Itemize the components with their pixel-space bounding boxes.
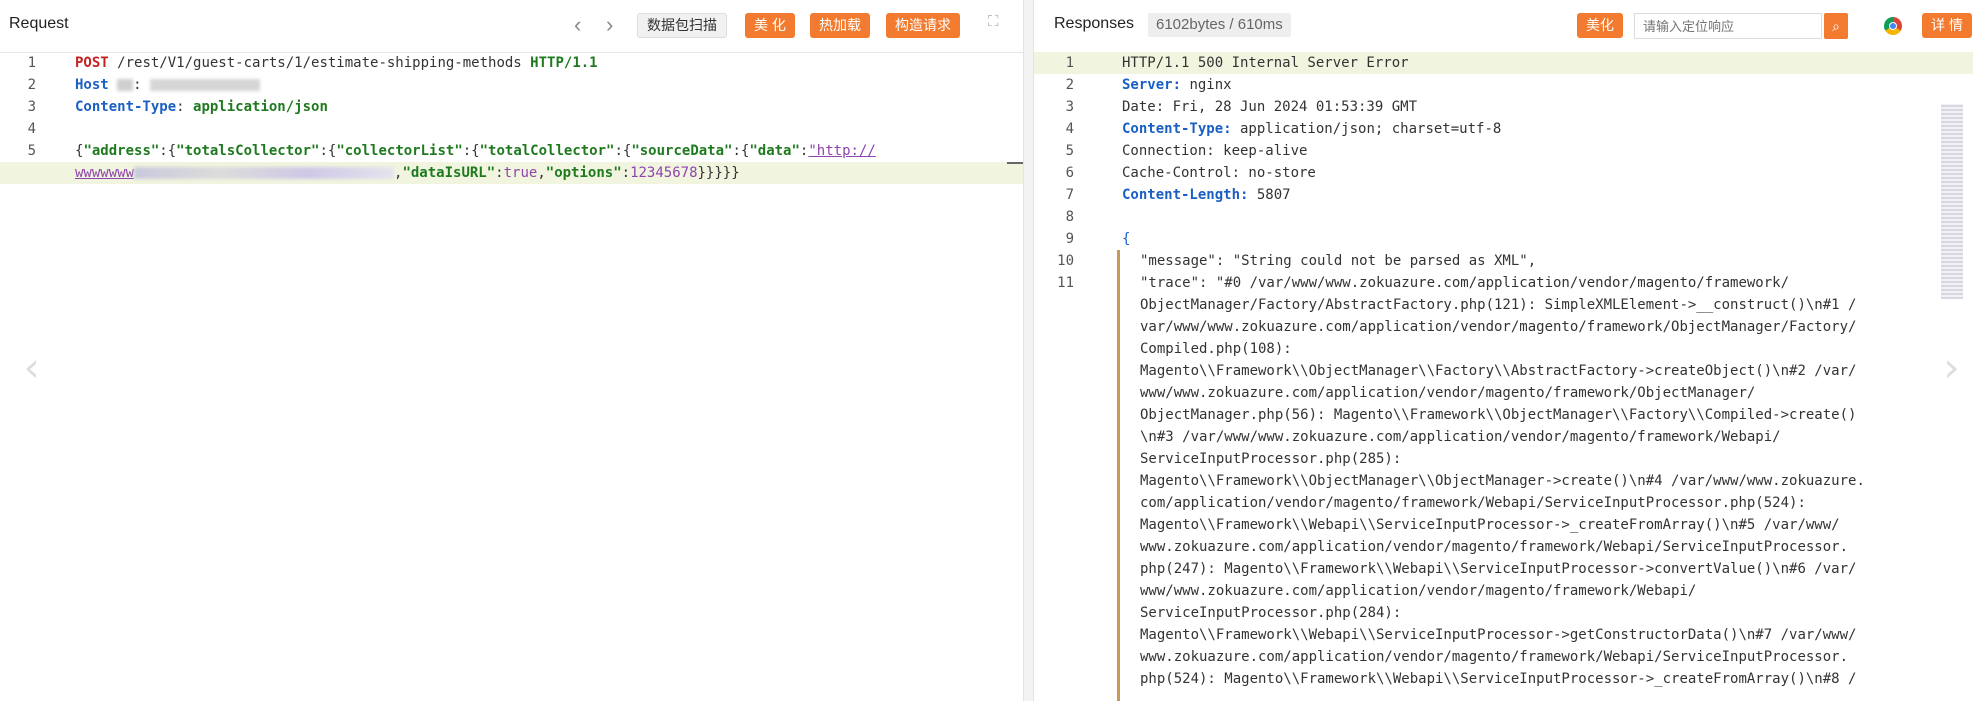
request-path: /rest/V1/guest-carts/1/estimate-shipping…	[117, 55, 522, 71]
request-body-line: 5 {"address":{"totalsCollector":{"collec…	[27, 143, 876, 159]
trace-line: www/www.zokuazure.com/application/vendor…	[1140, 385, 1756, 401]
request-beautify-button[interactable]: 美 化	[745, 13, 795, 38]
request-body-line: wwwwwww ,"dataIsURL":true,"options":12345…	[0, 162, 1023, 184]
header-line: 3 Date: Fri, 28 Jun 2024 01:53:39 GMT	[1065, 99, 1418, 115]
packet-scan-button[interactable]: 数据包扫描	[637, 13, 727, 38]
trace-continuation: ObjectManager/Factory/AbstractFactory.ph…	[1034, 294, 1973, 690]
trace-line: www.zokuazure.com/application/vendor/mag…	[1140, 539, 1849, 555]
fold-guide	[1117, 250, 1120, 701]
trace-line: 11 "trace": "#0 /var/www/www.zokuazure.c…	[1057, 275, 1790, 291]
search-icon[interactable]: ⌕	[1824, 13, 1848, 39]
response-lines: 1 HTTP/1.1 500 Internal Server Error 2 S…	[1034, 52, 1973, 690]
status-line: 1 HTTP/1.1 500 Internal Server Error	[1034, 52, 1973, 74]
body-open-line: 9 {	[1065, 231, 1131, 247]
header-line: 5 Connection: keep-alive	[1065, 143, 1308, 159]
message-line: 10 "message": "String could not be parse…	[1057, 253, 1537, 269]
request-line: 1 POST /rest/V1/guest-carts/1/estimate-s…	[27, 55, 598, 71]
content-type-key: Content-Type	[75, 99, 177, 115]
response-header: Responses 6102bytes / 610ms 美化 ⌕ 详 情	[1034, 0, 1973, 53]
response-viewer[interactable]: 1 HTTP/1.1 500 Internal Server Error 2 S…	[1034, 52, 1973, 701]
response-title: Responses	[1054, 15, 1135, 32]
host-key: Host	[75, 77, 109, 93]
request-title: Request	[9, 15, 69, 32]
trace-line: Magento\\Framework\\ObjectManager\\Facto…	[1140, 363, 1857, 379]
blank-line: 8	[1065, 209, 1074, 225]
expand-icon[interactable]: ⛶	[988, 13, 999, 30]
trace-line: Compiled.php(108):	[1140, 341, 1292, 357]
chevron-right-icon[interactable]: ›	[1939, 348, 1963, 388]
request-protocol: HTTP/1.1	[530, 55, 598, 71]
trace-line: com/application/vendor/magento/framework…	[1140, 495, 1806, 511]
minimap[interactable]	[1941, 104, 1963, 299]
trace-line: Magento\\Framework\\Webapi\\ServiceInput…	[1140, 627, 1857, 643]
request-line: 2 Host :	[0, 74, 1023, 96]
response-meta: 6102bytes / 610ms	[1148, 13, 1291, 37]
content-type-value: application/json	[193, 99, 328, 115]
trace-line: \n#3 /var/www/www.zokuazure.com/applicat…	[1140, 429, 1781, 445]
redacted-url	[134, 167, 395, 179]
trace-line: www.zokuazure.com/application/vendor/mag…	[1140, 649, 1849, 665]
details-button[interactable]: 详 情	[1922, 13, 1972, 38]
locate-response-input[interactable]	[1634, 13, 1822, 39]
request-pane: Request ‹ › 数据包扫描 美 化 热加载 构造请求 ⛶ 1 POST …	[0, 0, 1023, 701]
chevron-left-icon[interactable]: ‹	[574, 12, 581, 38]
redacted-host	[117, 79, 134, 91]
request-method: POST	[75, 55, 109, 71]
request-editor[interactable]: 1 POST /rest/V1/guest-carts/1/estimate-s…	[0, 52, 1023, 701]
trace-line: Magento\\Framework\\Webapi\\ServiceInput…	[1140, 517, 1840, 533]
redacted-host	[150, 79, 261, 91]
chevron-left-icon[interactable]: ‹	[20, 348, 44, 388]
trace-line: Magento\\Framework\\ObjectManager\\Objec…	[1140, 473, 1865, 489]
trace-line: var/www/www.zokuazure.com/application/ve…	[1140, 319, 1857, 335]
response-pane: Responses 6102bytes / 610ms 美化 ⌕ 详 情 1 H…	[1034, 0, 1973, 701]
trace-line: www/www.zokuazure.com/application/vendor…	[1140, 583, 1697, 599]
trace-line: ServiceInputProcessor.php(284):	[1140, 605, 1402, 621]
chrome-icon[interactable]	[1884, 17, 1902, 35]
header-line: 6 Cache-Control: no-store	[1065, 165, 1316, 181]
request-line: 3 Content-Type: application/json	[27, 99, 328, 115]
header-line: 4 Content-Type: application/json; charse…	[1065, 121, 1502, 137]
trace-line: php(524): Magento\\Framework\\Webapi\\Se…	[1140, 671, 1857, 687]
trace-line: ObjectManager/Factory/AbstractFactory.ph…	[1140, 297, 1857, 313]
trace-line: php(247): Magento\\Framework\\Webapi\\Se…	[1140, 561, 1857, 577]
pane-divider[interactable]	[1023, 0, 1034, 701]
chevron-right-icon[interactable]: ›	[606, 12, 613, 38]
trace-line: ServiceInputProcessor.php(285):	[1140, 451, 1402, 467]
request-line: 4	[27, 121, 36, 137]
response-beautify-button[interactable]: 美化	[1577, 13, 1623, 38]
construct-request-button[interactable]: 构造请求	[886, 13, 960, 38]
header-line: 2 Server: nginx	[1065, 77, 1232, 93]
trace-line: ObjectManager.php(56): Magento\\Framewor…	[1140, 407, 1857, 423]
hotload-button[interactable]: 热加载	[810, 13, 870, 38]
request-header: Request ‹ › 数据包扫描 美 化 热加载 构造请求 ⛶	[0, 0, 1023, 53]
header-line: 7 Content-Length: 5807	[1065, 187, 1291, 203]
scroll-marker	[1007, 162, 1023, 164]
